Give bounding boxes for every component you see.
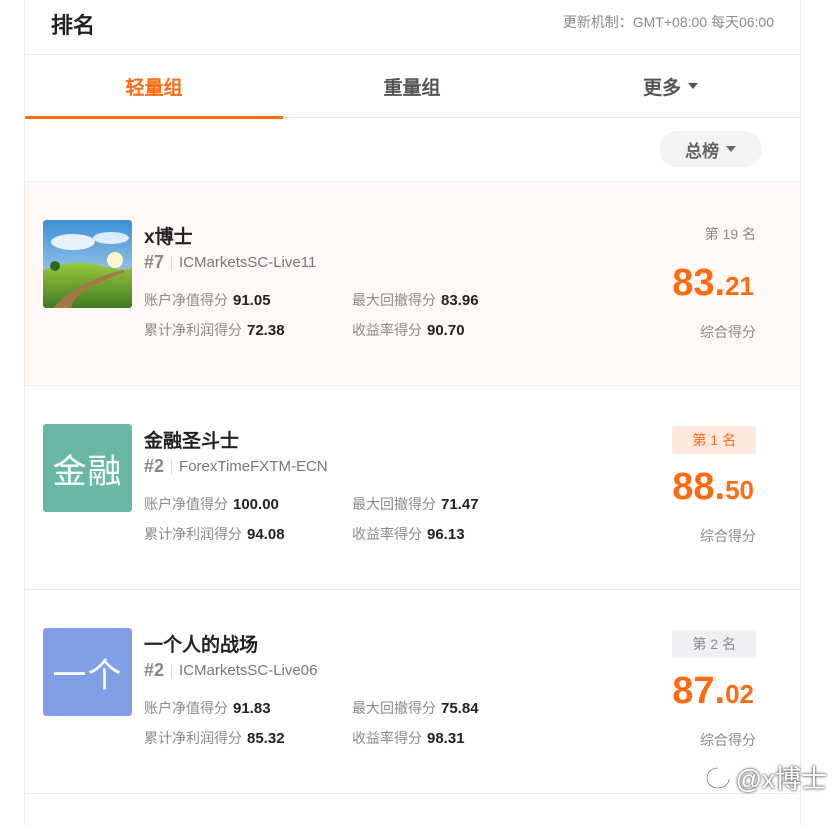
weibo-logo-icon xyxy=(705,766,730,789)
trader-name[interactable]: x博士 xyxy=(144,222,193,249)
metric-equity: 账户净值得分 91.05 xyxy=(144,292,271,309)
trader-sub-info: #2 ICMarketsSC-Live06 xyxy=(144,660,317,681)
overall-score: 88.50 xyxy=(672,466,754,508)
metric-equity: 账户净值得分 91.83 xyxy=(144,700,271,717)
ranking-card[interactable]: x博士 #7 ICMarketsSC-Live11 账户净值得分 91.05 最大… xyxy=(25,182,800,386)
tab-label: 重量组 xyxy=(383,77,441,99)
tab-label: 更多 xyxy=(642,77,681,99)
metric-return-rate: 收益率得分 98.31 xyxy=(352,730,465,747)
avatar[interactable]: 金融 xyxy=(43,424,132,512)
divider xyxy=(171,663,173,678)
score-label: 综合得分 xyxy=(700,528,756,544)
trader-sub-info: #7 ICMarketsSC-Live11 xyxy=(144,252,316,273)
metric-equity: 账户净值得分 100.00 xyxy=(144,496,279,513)
ranking-filter-dropdown[interactable]: 总榜 xyxy=(659,131,762,167)
metric-return-rate: 收益率得分 96.13 xyxy=(352,526,465,543)
filter-label: 总榜 xyxy=(685,141,719,161)
score-label: 综合得分 xyxy=(700,324,756,340)
landscape-avatar-image xyxy=(43,220,132,308)
metric-return-rate: 收益率得分 90.70 xyxy=(352,322,465,339)
server-name: ForexTimeFXTM-ECN xyxy=(179,458,328,475)
tab-more-dropdown[interactable]: 更多 xyxy=(541,55,800,117)
update-info: 更新机制：GMT+08:00 每天06:00 xyxy=(562,14,774,30)
group-tabs: 轻量组 重量组 更多 xyxy=(25,55,800,119)
tab-light-group[interactable]: 轻量组 xyxy=(25,55,283,119)
metric-net-profit: 累计净利润得分 85.32 xyxy=(144,730,285,747)
server-name: ICMarketsSC-Live11 xyxy=(179,254,317,271)
caret-down-icon xyxy=(688,83,698,89)
group-rank: #2 xyxy=(144,660,165,680)
watermark-text: @x博士 xyxy=(735,764,827,794)
trader-name[interactable]: 一个人的战场 xyxy=(144,630,258,657)
position-badge: 第 2 名 xyxy=(672,630,756,658)
metric-drawdown: 最大回撤得分 83.96 xyxy=(352,292,479,309)
avatar-text: 金融 xyxy=(52,452,123,491)
tab-heavy-group[interactable]: 重量组 xyxy=(283,55,541,117)
ranking-card[interactable]: 金融 金融圣斗士 #2 ForexTimeFXTM-ECN 账户净值得分 100.… xyxy=(25,386,800,590)
divider xyxy=(171,255,173,270)
server-name: ICMarketsSC-Live06 xyxy=(179,662,318,679)
position-label: 第 19 名 xyxy=(704,226,756,242)
ranking-card[interactable]: 一个 一个人的战场 #2 ICMarketsSC-Live06 账户净值得分 91… xyxy=(25,590,800,794)
trader-name[interactable]: 金融圣斗士 xyxy=(144,426,239,453)
panel-header: 排名 更新机制：GMT+08:00 每天06:00 xyxy=(25,0,800,55)
avatar[interactable]: 一个 xyxy=(43,628,132,716)
overall-score: 87.02 xyxy=(672,670,754,712)
group-rank: #2 xyxy=(144,456,165,476)
metric-drawdown: 最大回撤得分 71.47 xyxy=(352,496,479,513)
avatar-text: 一个 xyxy=(52,656,123,695)
metric-net-profit: 累计净利润得分 72.38 xyxy=(144,322,285,339)
caret-down-icon xyxy=(726,146,736,152)
filter-bar: 总榜 xyxy=(25,118,800,182)
metric-net-profit: 累计净利润得分 94.08 xyxy=(144,526,285,543)
watermark: @x博士 xyxy=(704,759,827,796)
score-label: 综合得分 xyxy=(700,732,756,748)
overall-score: 83.21 xyxy=(672,262,754,304)
position-badge: 第 1 名 xyxy=(672,426,756,454)
group-rank: #7 xyxy=(144,252,165,272)
metric-drawdown: 最大回撤得分 75.84 xyxy=(352,700,479,717)
avatar[interactable] xyxy=(43,220,132,308)
trader-sub-info: #2 ForexTimeFXTM-ECN xyxy=(144,456,328,477)
ranking-panel: 排名 更新机制：GMT+08:00 每天06:00 轻量组 重量组 更多 总榜 xyxy=(24,0,801,826)
page-title: 排名 xyxy=(51,13,96,38)
divider xyxy=(171,459,173,474)
tab-label: 轻量组 xyxy=(125,77,183,99)
